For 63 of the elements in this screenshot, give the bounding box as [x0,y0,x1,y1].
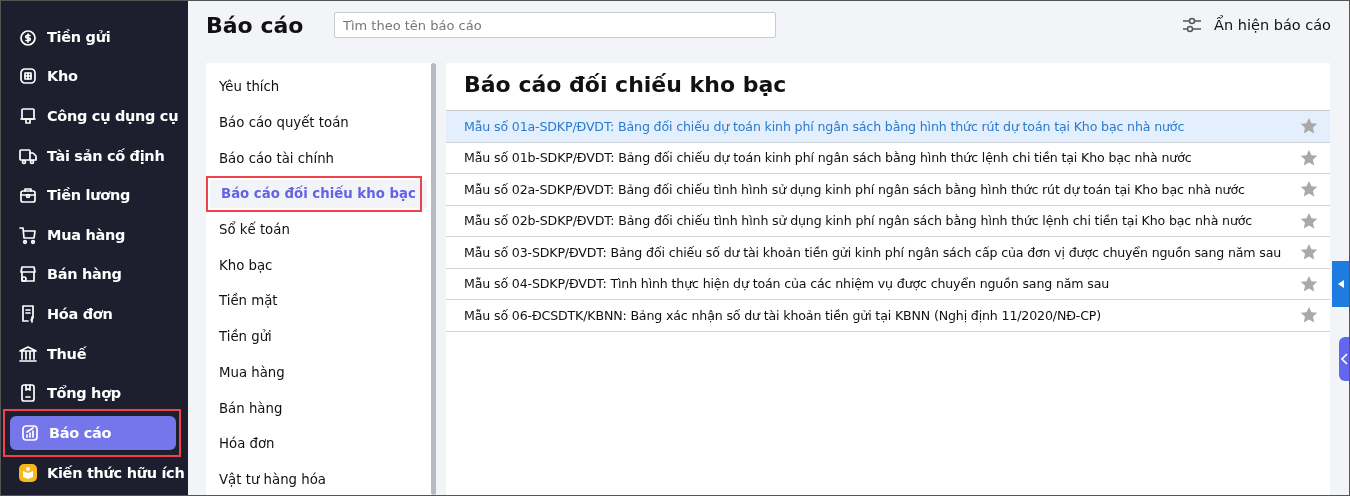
briefcase-icon [18,185,38,206]
sidebar-item[interactable]: Kho [1,59,188,94]
warehouse-icon [18,66,38,87]
sidebar-item[interactable]: Kiến thức hữu ích [1,455,188,490]
category-item[interactable]: Báo cáo đối chiếu kho bạc [210,179,427,208]
sidebar-item[interactable]: Thuế [1,336,188,371]
sidebar-item[interactable]: Mua hàng [1,217,188,252]
chart-icon [20,422,40,443]
star-icon[interactable] [1300,274,1318,293]
collapse-tab[interactable] [1332,261,1349,307]
chevron-left-icon [1340,353,1348,365]
show-hide-reports-button[interactable]: Ẩn hiện báo cáo [1182,17,1331,33]
page-title: Báo cáo [206,12,305,38]
category-item[interactable]: Yêu thích [208,69,422,105]
category-item[interactable]: Tiền gửi [208,318,422,355]
category-item[interactable]: Hóa đơn [208,425,422,462]
category-item[interactable]: Sổ kế toán [208,211,422,248]
sidebar-item[interactable]: Tài sản cố định [1,138,188,173]
report-row[interactable]: Mẫu số 01b-SDKP/ĐVDT: Bảng đối chiếu dự toán kinh phí ngân sách bằng hình thức lệnh chi tiền tại Kho bạc nhà nước [446,142,1330,174]
report-name: Mẫu số 02a-SDKP/ĐVDT: Bảng đối chiếu tình hình sử dụng kinh phí ngân sách bằng hình thức rút dự toán tại Kho bạc nhà nước [464,181,1246,197]
star-icon[interactable] [1300,306,1318,325]
category-item[interactable]: Báo cáo tài chính [208,140,422,177]
category-item[interactable]: Tiền mặt [208,283,422,319]
report-name: Mẫu số 01b-SDKP/ĐVDT: Bảng đối chiếu dự toán kinh phí ngân sách bằng hình thức lệnh chi tiền tại Kho bạc nhà nước [464,150,1193,166]
star-icon[interactable] [1300,180,1318,199]
search-field[interactable]: Tìm theo tên báo cáo [334,12,776,38]
report-row[interactable]: Mẫu số 04-SDKP/ĐVDT: Tình hình thực hiện dự toán của các nhiệm vụ được chuyển nguồn sang năm sau [446,268,1330,300]
report-row[interactable]: Mẫu số 02a-SDKP/ĐVDT: Bảng đối chiếu tình hình sử dụng kinh phí ngân sách bằng hình thức rút dự toán tại Kho bạc nhà nước [446,174,1330,206]
category-item[interactable]: Vật tư hàng hóa [208,461,422,496]
sidebar-item[interactable]: Hóa đơn [1,296,188,331]
category-item[interactable]: Kho bạc [208,247,422,284]
report-row[interactable]: Mẫu số 01a-SDKP/ĐVDT: Bảng đối chiếu dự toán kinh phí ngân sách bằng hình thức rút dự toán tại Kho bạc nhà nước [446,111,1330,143]
report-name: Mẫu số 02b-SDKP/ĐVDT: Bảng đối chiếu tình hình sử dụng kinh phí ngân sách bằng hình thức lệnh chi tiền tại Kho bạc nhà nước [464,213,1254,229]
sidebar-item[interactable]: Bán hàng [1,257,188,292]
sidebar-item[interactable]: Công cụ dụng cụ [1,99,188,133]
report-row[interactable]: Mẫu số 02b-SDKP/ĐVDT: Bảng đối chiếu tình hình sử dụng kinh phí ngân sách bằng hình thức lệnh chi tiền tại Kho bạc nhà nước [446,205,1330,237]
report-name: Mẫu số 06-ĐCSDTK/KBNN: Bảng xác nhận số dư tài khoản tiền gửi tại KBNN (Nghị định 11/2020/NĐ-CP) [464,307,1103,323]
report-row[interactable]: Mẫu số 06-ĐCSDTK/KBNN: Bảng xác nhận số dư tài khoản tiền gửi tại KBNN (Nghị định 11/2020/NĐ-CP) [446,300,1330,332]
shop-icon [18,264,38,285]
star-icon[interactable] [1300,148,1318,167]
report-row[interactable]: Mẫu số 03-SDKP/ĐVDT: Bảng đối chiếu số dư tài khoản tiền gửi kinh phí ngân sách cấp của đơn vị được chuyển nguồn sang năm sau [446,237,1330,269]
book-icon [18,462,38,483]
tool-icon [18,106,38,126]
category-item[interactable]: Mua hàng [208,354,422,391]
sliders-icon [1182,17,1203,33]
cart-icon [18,224,38,245]
star-icon[interactable] [1300,211,1318,230]
scrollbar[interactable] [431,63,436,495]
star-icon[interactable] [1300,243,1318,262]
report-name: Mẫu số 04-SDKP/ĐVDT: Tình hình thực hiện dự toán của các nhiệm vụ được chuyển nguồn sang năm sau [464,276,1111,292]
bank-icon [18,343,38,364]
category-item[interactable]: Bán hàng [208,390,422,426]
star-icon[interactable] [1300,117,1318,136]
sidebar-item[interactable]: Báo cáo [10,415,176,450]
category-item[interactable]: Báo cáo quyết toán [208,104,422,141]
caret-icon [1337,280,1344,288]
expand-tab[interactable] [1339,337,1349,381]
sidebar-item[interactable]: Tiền gửi [1,19,188,54]
document-icon [18,383,38,404]
report-name: Mẫu số 03-SDKP/ĐVDT: Bảng đối chiếu số dư tài khoản tiền gửi kinh phí ngân sách cấp của đơn vị được chuyển nguồn sang năm sau [464,244,1283,260]
sidebar-item[interactable]: Tiền lương [1,178,188,213]
report-name: Mẫu số 01a-SDKP/ĐVDT: Bảng đối chiếu dự toán kinh phí ngân sách bằng hình thức rút dự toán tại Kho bạc nhà nước [464,118,1186,134]
sidebar-item[interactable]: Tổng hợp [1,376,188,411]
